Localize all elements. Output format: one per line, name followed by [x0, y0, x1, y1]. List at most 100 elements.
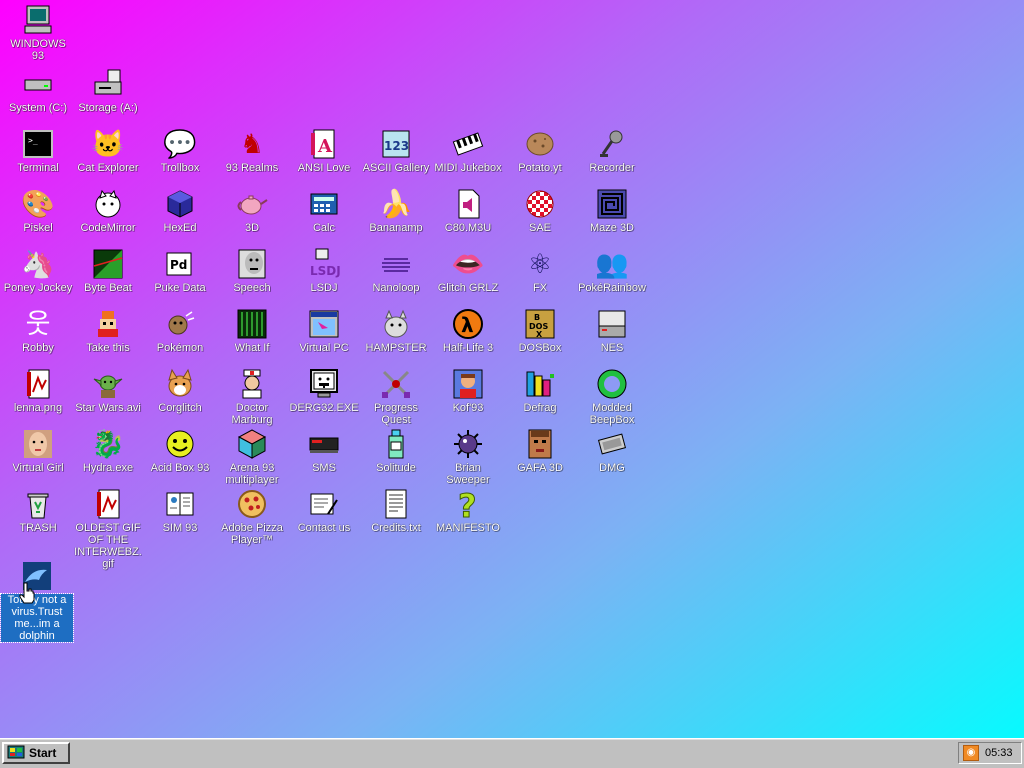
desktop-icon-oldest-gif[interactable]: OLDEST GIF OF THE INTERWEBZ.gif: [72, 488, 144, 570]
gif-file-icon: [92, 488, 124, 520]
desktop-icon-sae[interactable]: SAE: [504, 188, 576, 234]
desktop-icon-midi-jukebox[interactable]: MIDI Jukebox: [432, 128, 504, 174]
desktop-icon-sim-93[interactable]: SIM 93: [144, 488, 216, 534]
desktop-icon-lsdj[interactable]: LSDJ LSDJ: [288, 248, 360, 294]
desktop-icon-label: Credits.txt: [371, 522, 421, 534]
desktop-icon-credits-txt[interactable]: Credits.txt: [360, 488, 432, 534]
desktop-icon-storage-a[interactable]: Storage (A:): [72, 68, 144, 114]
desktop-icon-progress-quest[interactable]: Progress Quest: [360, 368, 432, 426]
desktop-icon-trollbox[interactable]: 💬 Trollbox: [144, 128, 216, 174]
desktop-icon-label: Cat Explorer: [77, 162, 139, 174]
desktop-icon-virtual-girl[interactable]: Virtual Girl: [2, 428, 74, 474]
desktop-icon-contact-us[interactable]: Contact us: [288, 488, 360, 534]
desktop-icon-robby[interactable]: 웃 Robby: [2, 308, 74, 354]
trash-icon: [22, 488, 54, 520]
desktop-icon-codemirror[interactable]: CodeMirror: [72, 188, 144, 234]
desktop-icon-windows-93[interactable]: WINDOWS 93: [2, 4, 74, 62]
rss-icon[interactable]: ◉: [963, 745, 979, 761]
desktop-icon-label: HexEd: [163, 222, 197, 234]
desktop-icon-hampster[interactable]: HAMPSTER: [360, 308, 432, 354]
desktop-icon-solitude[interactable]: Solitude: [360, 428, 432, 474]
desktop-icon-label: ASCII Gallery: [362, 162, 430, 174]
desktop-icon-label: Doctor Marburg: [231, 402, 273, 426]
desktop-icon-dosbox[interactable]: B DOS X DOSBox: [504, 308, 576, 354]
desktop-icon-speech[interactable]: Speech: [216, 248, 288, 294]
desktop-icon-fx[interactable]: ⚛ FX: [504, 248, 576, 294]
pony-icon: 🦄: [21, 249, 55, 279]
desktop-icon-ansi-love[interactable]: A ANSI Love: [288, 128, 360, 174]
desktop-icon-nes[interactable]: NES: [576, 308, 648, 354]
desktop-icon-virtual-pc[interactable]: Virtual PC: [288, 308, 360, 354]
desktop-icon-dolphin[interactable]: Totally not a virus.Trust me...im a dolp…: [0, 560, 74, 643]
desktop-icon-recorder[interactable]: Recorder: [576, 128, 648, 174]
desktop-icon-calc[interactable]: Calc: [288, 188, 360, 234]
image-file-icon: [22, 368, 54, 400]
desktop-icon-dmg[interactable]: DMG: [576, 428, 648, 474]
desktop-icon-brian-sweeper[interactable]: Brian Sweeper: [432, 428, 504, 486]
desktop-icon-star-wars-avi[interactable]: Star Wars.avi: [72, 368, 144, 414]
desktop-icon-defrag[interactable]: Defrag: [504, 368, 576, 414]
maze-icon: [596, 188, 628, 220]
desktop-icon-gafa-3d[interactable]: GAFA 3D: [504, 428, 576, 474]
desktop-icon-derg32-exe[interactable]: DERG32.EXE: [288, 368, 360, 414]
desktop-icon-label: CodeMirror: [80, 222, 136, 234]
desktop-icon-glitch-grlz[interactable]: 👄 Glitch GRLZ: [432, 248, 504, 294]
desktop-icon-pokemon[interactable]: Pokémon: [144, 308, 216, 354]
desktop-icon-manifesto[interactable]: ? MANIFESTO: [432, 488, 504, 534]
desktop-icon-system-c[interactable]: System (C:): [2, 68, 74, 114]
doctor-icon: [236, 368, 268, 400]
desktop-icon-93-realms[interactable]: ♞ 93 Realms: [216, 128, 288, 174]
desktop-icon-doctor-marburg[interactable]: Doctor Marburg: [216, 368, 288, 426]
calculator-icon: [308, 188, 340, 220]
desktop-icon-acid-box-93[interactable]: Acid Box 93: [144, 428, 216, 474]
desktop-icon-nanoloop[interactable]: Nanoloop: [360, 248, 432, 294]
cube-3d-icon: [236, 428, 268, 460]
desktop-icon-half-life-3[interactable]: λ Half-Life 3: [432, 308, 504, 354]
desktop-icon-3d[interactable]: 3D: [216, 188, 288, 234]
desktop-icon-potato-yt[interactable]: Potato.yt: [504, 128, 576, 174]
desktop-icon-puke-data[interactable]: Pd Puke Data: [144, 248, 216, 294]
desktop-icon-modded-beepbox[interactable]: Modded BeepBox: [576, 368, 648, 426]
desktop-icon-arena-93[interactable]: Arena 93 multiplayer: [216, 428, 288, 486]
desktop-icon-label: Kof'93: [452, 402, 484, 414]
matrix-icon: [236, 308, 268, 340]
desktop-icon-label: 93 Realms: [225, 162, 279, 174]
desktop-icon-label: Star Wars.avi: [75, 402, 141, 414]
start-button[interactable]: Start: [2, 742, 70, 764]
desktop-icon-maze-3d[interactable]: Maze 3D: [576, 188, 648, 234]
desktop-icon-piskel[interactable]: 🎨 Piskel: [2, 188, 74, 234]
desktop-icon-label: Calc: [312, 222, 335, 234]
desktop-icon-label: Hydra.exe: [82, 462, 134, 474]
desktop-icon-label: TRASH: [19, 522, 57, 534]
desktop-icon-ascii-gallery[interactable]: 123 ASCII Gallery: [360, 128, 432, 174]
desktop-icon-take-this[interactable]: Take this: [72, 308, 144, 354]
desktop-icon-pokerainbow[interactable]: 👥 PokéRainbow: [576, 248, 648, 294]
desktop-icon-label: Byte Beat: [84, 282, 132, 294]
desktop-icon-byte-beat[interactable]: Byte Beat: [72, 248, 144, 294]
desktop-icon-c80-m3u[interactable]: C80.M3U: [432, 188, 504, 234]
desktop-icon-poney-jockey[interactable]: 🦄 Poney Jockey: [2, 248, 74, 294]
desktop-icon-trash[interactable]: TRASH: [2, 488, 74, 534]
nes-console-icon: [596, 308, 628, 340]
desktop-icon-lenna-png[interactable]: lenna.png: [2, 368, 74, 414]
question-mark-icon: ?: [452, 488, 484, 520]
desktop-icon-label: Potato.yt: [518, 162, 562, 174]
desktop-icon-label: Bananamp: [369, 222, 423, 234]
audio-file-icon: [452, 188, 484, 220]
desktop-icon-adobe-pizza-player[interactable]: Adobe Pizza Player™: [216, 488, 288, 546]
doom-face-icon: [524, 428, 556, 460]
potato-icon: [524, 128, 556, 160]
desktop-icon-bananamp[interactable]: 🍌 Bananamp: [360, 188, 432, 234]
desktop-icon-kof93[interactable]: Kof'93: [432, 368, 504, 414]
pixel-character-icon: [92, 308, 124, 340]
dragon-icon: 🐉: [91, 429, 125, 459]
desktop-icon-what-if[interactable]: What If: [216, 308, 288, 354]
desktop-icon-hydra-exe[interactable]: 🐉 Hydra.exe: [72, 428, 144, 474]
desktop-icon-cat-explorer[interactable]: 🐱 Cat Explorer: [72, 128, 144, 174]
desktop-icon-corglitch[interactable]: Corglitch: [144, 368, 216, 414]
desktop-icon-terminal[interactable]: >_ Terminal: [2, 128, 74, 174]
desktop-icon-label: Pokémon: [156, 342, 204, 354]
desktop-icon-sms[interactable]: SMS: [288, 428, 360, 474]
palette-icon: 🎨: [21, 189, 55, 219]
desktop-icon-hexed[interactable]: HexEd: [144, 188, 216, 234]
